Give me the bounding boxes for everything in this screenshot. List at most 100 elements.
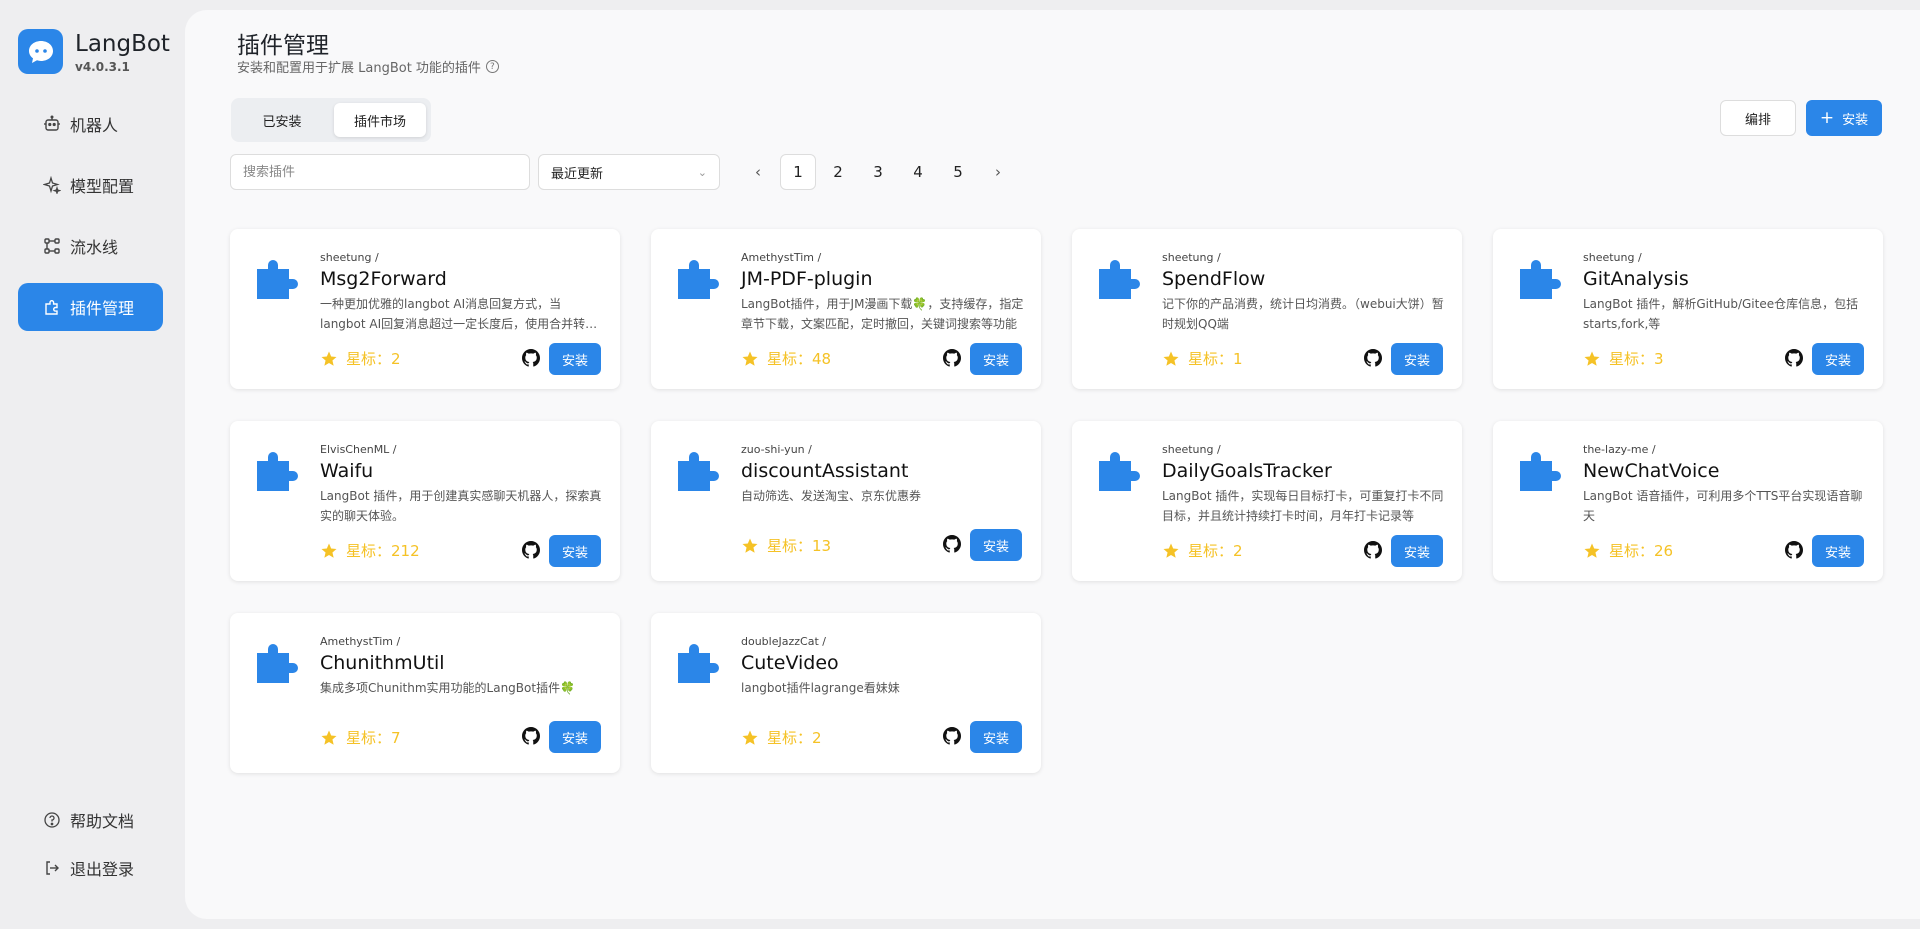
sort-select[interactable]: 最近更新 ⌄ xyxy=(538,154,720,190)
plugin-card[interactable]: the-lazy-me / NewChatVoice LangBot 语音插件，… xyxy=(1493,421,1883,581)
github-icon[interactable] xyxy=(1364,541,1382,563)
star-icon xyxy=(321,351,337,366)
plus-icon: + xyxy=(1819,107,1835,128)
sidebar-item-plugins[interactable]: 插件管理 xyxy=(18,283,163,331)
arrange-button[interactable]: 编排 xyxy=(1720,100,1796,136)
plugin-description: 记下你的产品消费，统计日均消费。（webui大饼）暂时规划QQ端 xyxy=(1162,297,1444,331)
sidebar-item-robots[interactable]: 机器人 xyxy=(18,100,163,148)
puzzle-piece-icon xyxy=(255,641,299,689)
plugin-card[interactable]: doubleJazzCat / CuteVideo langbot插件lagra… xyxy=(651,613,1041,773)
plugin-card[interactable]: zuo-shi-yun / discountAssistant 自动筛选、发送淘… xyxy=(651,421,1041,581)
github-icon[interactable] xyxy=(943,727,961,749)
puzzle-piece-icon xyxy=(255,257,299,305)
puzzle-piece-icon xyxy=(1097,257,1141,305)
puzzle-piece-icon xyxy=(1097,449,1141,497)
plugin-install-button[interactable]: 安装 xyxy=(1391,535,1443,567)
github-icon[interactable] xyxy=(522,541,540,563)
plugin-author: sheetung / xyxy=(1162,443,1221,456)
page-button-2[interactable]: 2 xyxy=(820,154,856,190)
plugin-author: doubleJazzCat / xyxy=(741,635,826,648)
main-panel: 插件管理 安装和配置用于扩展 LangBot 功能的插件 ? 已安装 插件市场 … xyxy=(185,10,1920,919)
plugin-description: langbot插件lagrange看妹妹 xyxy=(741,681,900,695)
install-button[interactable]: + 安装 xyxy=(1806,100,1882,136)
plugin-author: zuo-shi-yun / xyxy=(741,443,812,456)
plugin-card[interactable]: sheetung / SpendFlow 记下你的产品消费，统计日均消费。（we… xyxy=(1072,229,1462,389)
plugin-stars-text: 星标：2 xyxy=(346,350,401,368)
plugin-card[interactable]: sheetung / Msg2Forward 一种更加优雅的langbot AI… xyxy=(230,229,620,389)
plugin-name: JM-PDF-plugin xyxy=(741,268,873,290)
plugin-card[interactable]: sheetung / DailyGoalsTracker LangBot 插件，… xyxy=(1072,421,1462,581)
plugin-stars: 星标：3 xyxy=(1583,348,1664,369)
plugin-name: GitAnalysis xyxy=(1583,268,1689,290)
plugin-install-button[interactable]: 安装 xyxy=(1812,343,1864,375)
plugin-stars-text: 星标：13 xyxy=(767,537,832,555)
help-circle-icon[interactable]: ? xyxy=(485,60,499,73)
plugin-install-button[interactable]: 安装 xyxy=(549,343,601,375)
plugin-author: AmethystTim / xyxy=(320,635,401,648)
plugin-card[interactable]: AmethystTim / JM-PDF-plugin LangBot插件，用于… xyxy=(651,229,1041,389)
plugin-author: sheetung / xyxy=(320,251,379,264)
plugin-install-button[interactable]: 安装 xyxy=(970,343,1022,375)
prev-page-button[interactable]: ‹ xyxy=(740,154,776,190)
plugin-install-button[interactable]: 安装 xyxy=(549,721,601,753)
plugin-card[interactable]: ElvisChenML / Waifu LangBot 插件，用于创建真实感聊天… xyxy=(230,421,620,581)
tab-bar: 已安装 插件市场 xyxy=(231,98,431,142)
plugin-card[interactable]: AmethystTim / ChunithmUtil 集成多项Chunithm实… xyxy=(230,613,620,773)
plugin-author: AmethystTim / xyxy=(741,251,822,264)
plugin-author: the-lazy-me / xyxy=(1583,443,1656,456)
plugin-install-button[interactable]: 安装 xyxy=(1391,343,1443,375)
plugin-name: Msg2Forward xyxy=(320,268,447,290)
github-icon[interactable] xyxy=(943,349,961,371)
page-button-1[interactable]: 1 xyxy=(780,154,816,190)
plugin-install-button[interactable]: 安装 xyxy=(1812,535,1864,567)
brand-name: LangBot xyxy=(75,30,170,57)
puzzle-piece-icon xyxy=(1518,257,1562,305)
tab-installed[interactable]: 已安装 xyxy=(236,103,328,137)
sidebar-item-pipeline[interactable]: 流水线 xyxy=(18,222,163,270)
next-page-button[interactable]: › xyxy=(980,154,1016,190)
plugin-card[interactable]: sheetung / GitAnalysis LangBot 插件，解析GitH… xyxy=(1493,229,1883,389)
langbot-logo-icon xyxy=(18,29,63,74)
plugin-description: 一种更加优雅的langbot AI消息回复方式，当langbot AI回复消息超… xyxy=(320,297,598,331)
github-icon[interactable] xyxy=(522,727,540,749)
plugin-install-button[interactable]: 安装 xyxy=(549,535,601,567)
sidebar: LangBot v4.0.3.1 机器人 模型配置 流水线 插件管理 帮助文档 … xyxy=(0,0,185,929)
tab-market[interactable]: 插件市场 xyxy=(334,103,426,137)
star-icon xyxy=(321,730,337,745)
plugin-install-button[interactable]: 安装 xyxy=(970,529,1022,561)
search-input[interactable] xyxy=(230,154,530,190)
plugin-stars: 星标：48 xyxy=(741,348,831,369)
puzzle-piece-icon xyxy=(676,641,720,689)
plugin-author: sheetung / xyxy=(1583,251,1642,264)
sidebar-item-models[interactable]: 模型配置 xyxy=(18,161,163,209)
github-icon[interactable] xyxy=(943,535,961,557)
page-button-5[interactable]: 5 xyxy=(940,154,976,190)
plugin-name: discountAssistant xyxy=(741,460,909,482)
plugin-stars-text: 星标：7 xyxy=(346,729,401,747)
brand: LangBot v4.0.3.1 xyxy=(18,29,170,74)
plugin-description: LangBot 插件，用于创建真实感聊天机器人，探索真实的聊天体验。 xyxy=(320,489,602,523)
sidebar-item-logout[interactable]: 退出登录 xyxy=(18,848,163,888)
puzzle-piece-icon xyxy=(255,449,299,497)
plugin-author: sheetung / xyxy=(1162,251,1221,264)
plugin-stars-text: 星标：48 xyxy=(767,350,832,368)
github-icon[interactable] xyxy=(1785,541,1803,563)
page-button-3[interactable]: 3 xyxy=(860,154,896,190)
github-icon[interactable] xyxy=(522,349,540,371)
star-icon xyxy=(1584,351,1600,366)
star-icon xyxy=(742,730,758,745)
sidebar-nav: 机器人 模型配置 流水线 插件管理 xyxy=(18,100,163,344)
github-icon[interactable] xyxy=(1785,349,1803,371)
plugin-stars-text: 星标：2 xyxy=(1188,542,1243,560)
logout-icon xyxy=(46,861,59,875)
github-icon[interactable] xyxy=(1364,349,1382,371)
plugin-stars-text: 星标：3 xyxy=(1609,350,1664,368)
robot-icon xyxy=(44,115,60,131)
plugin-stars: 星标：2 xyxy=(320,348,401,369)
plugin-install-button[interactable]: 安装 xyxy=(970,721,1022,753)
page-subtitle-text: 安装和配置用于扩展 LangBot 功能的插件 xyxy=(237,61,481,76)
plugin-name: SpendFlow xyxy=(1162,268,1266,290)
sidebar-item-help[interactable]: 帮助文档 xyxy=(18,800,163,840)
pipeline-icon xyxy=(44,238,60,254)
page-button-4[interactable]: 4 xyxy=(900,154,936,190)
